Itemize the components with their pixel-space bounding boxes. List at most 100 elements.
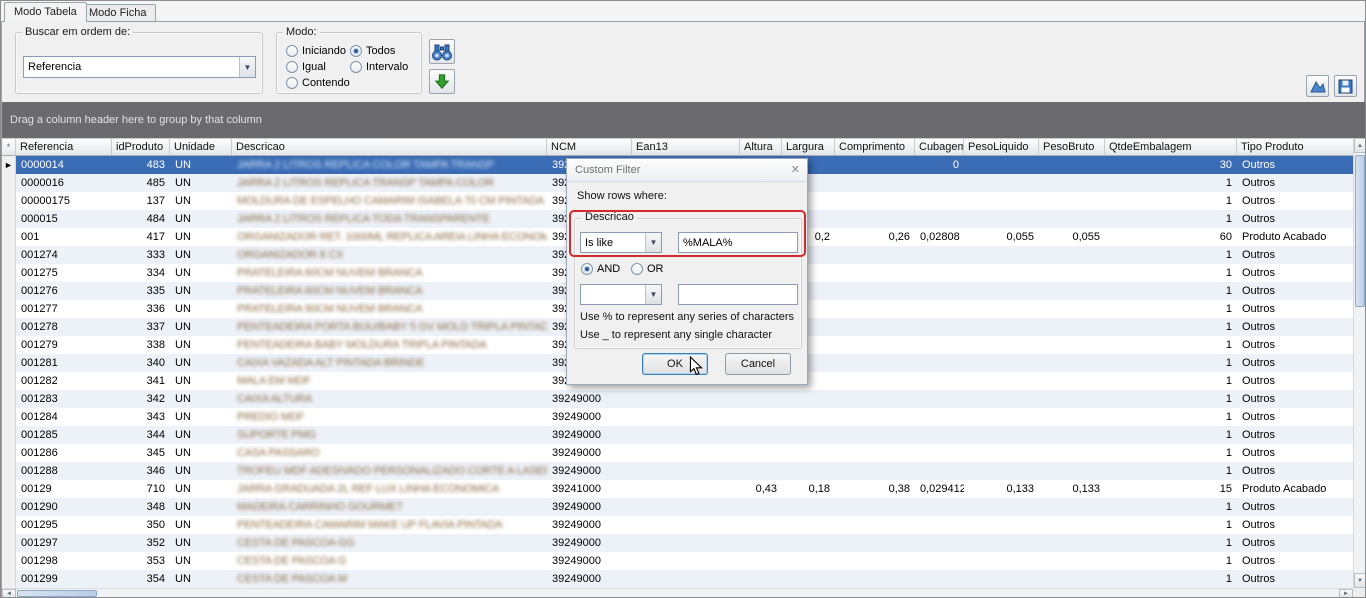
table-row[interactable]: 001284343UNPREDIO MDF392490001Outros — [2, 408, 1353, 426]
grid-cell[interactable] — [835, 516, 915, 534]
grid-cell[interactable]: 001297 — [16, 534, 112, 552]
filter-value-1-input[interactable] — [678, 232, 798, 253]
grid-cell[interactable]: 341 — [112, 372, 170, 390]
grid-cell[interactable] — [1039, 390, 1105, 408]
grid-cell[interactable]: 0,133 — [1039, 480, 1105, 498]
grid-cell[interactable]: CESTA DE PASCOA GG — [232, 534, 547, 552]
grid-cell[interactable]: UN — [170, 210, 232, 228]
grid-cell[interactable] — [1039, 498, 1105, 516]
grid-cell[interactable] — [915, 462, 964, 480]
grid-cell[interactable] — [915, 552, 964, 570]
grid-cell[interactable] — [915, 372, 964, 390]
grid-cell[interactable]: 1 — [1105, 390, 1237, 408]
grid-cell[interactable]: ORGANIZADOR 8 CX — [232, 246, 547, 264]
column-header-pesoliquido[interactable]: PesoLiquido — [964, 138, 1039, 156]
grid-cell[interactable] — [632, 462, 740, 480]
grid-cell[interactable]: 485 — [112, 174, 170, 192]
table-row[interactable]: 001290348UNMADEIRA CARRINHO GOURMET39249… — [2, 498, 1353, 516]
grid-cell[interactable]: Outros — [1237, 552, 1353, 570]
grid-cell[interactable] — [632, 444, 740, 462]
grid-cell[interactable]: ORGANIZADOR RET. 1000ML REPLICA AREIA LI… — [232, 228, 547, 246]
grid-cell[interactable]: 001286 — [16, 444, 112, 462]
grid-cell[interactable]: 0,26 — [835, 228, 915, 246]
grid-cell[interactable]: 001290 — [16, 498, 112, 516]
grid-cell[interactable]: 345 — [112, 444, 170, 462]
grid-cell[interactable]: 346 — [112, 462, 170, 480]
grid-cell[interactable]: SUPORTE PMG — [232, 426, 547, 444]
grid-cell[interactable] — [740, 516, 782, 534]
grid-cell[interactable]: Outros — [1237, 264, 1353, 282]
column-header-ean13[interactable]: Ean13 — [632, 138, 740, 156]
ok-button[interactable]: OK — [642, 353, 708, 375]
radio-todos[interactable]: Todos — [350, 44, 395, 57]
grid-cell[interactable] — [782, 570, 835, 588]
grid-cell[interactable]: 333 — [112, 246, 170, 264]
grid-cell[interactable]: CESTA DE PASCOA M — [232, 570, 547, 588]
grid-cell[interactable]: 001285 — [16, 426, 112, 444]
grid-cell[interactable]: PRATELEIRA 60CM NUVEM BRANCA — [232, 282, 547, 300]
grid-cell[interactable]: 39249000 — [547, 552, 632, 570]
grid-cell[interactable]: 0,38 — [835, 480, 915, 498]
grid-cell[interactable] — [964, 516, 1039, 534]
grid-cell[interactable]: Outros — [1237, 210, 1353, 228]
column-header-idproduto[interactable]: idProduto — [112, 138, 170, 156]
grid-cell[interactable]: 0000014 — [16, 156, 112, 174]
horizontal-scroll-thumb[interactable] — [17, 590, 97, 597]
grid-cell[interactable] — [740, 426, 782, 444]
grid-cell[interactable] — [964, 192, 1039, 210]
grid-cell[interactable]: Produto Acabado — [1237, 480, 1353, 498]
cancel-button[interactable]: Cancel — [725, 353, 791, 375]
grid-cell[interactable] — [1039, 246, 1105, 264]
grid-cell[interactable] — [1039, 156, 1105, 174]
grid-cell[interactable]: 417 — [112, 228, 170, 246]
grid-cell[interactable]: UN — [170, 282, 232, 300]
grid-cell[interactable]: CASA PASSARO — [232, 444, 547, 462]
grid-cell[interactable] — [964, 462, 1039, 480]
grid-cell[interactable] — [632, 408, 740, 426]
grid-cell[interactable]: 1 — [1105, 372, 1237, 390]
table-row[interactable]: 001283342UNCAIXA ALTURA392490001Outros — [2, 390, 1353, 408]
grid-cell[interactable]: 1 — [1105, 516, 1237, 534]
grid-cell[interactable] — [915, 336, 964, 354]
grid-cell[interactable]: 001288 — [16, 462, 112, 480]
grid-cell[interactable]: 1 — [1105, 444, 1237, 462]
grid-cell[interactable]: 352 — [112, 534, 170, 552]
column-header-pesobruto[interactable]: PesoBruto — [1039, 138, 1105, 156]
grid-cell[interactable] — [915, 426, 964, 444]
grid-cell[interactable]: 001282 — [16, 372, 112, 390]
grid-cell[interactable]: JARRA 2 LITROS REPLICA TODA TRANSPARENTE — [232, 210, 547, 228]
grid-cell[interactable]: 001298 — [16, 552, 112, 570]
grid-cell[interactable]: Produto Acabado — [1237, 228, 1353, 246]
grid-cell[interactable]: 00000175 — [16, 192, 112, 210]
grid-cell[interactable]: 137 — [112, 192, 170, 210]
search-order-combo[interactable]: Referencia ▼ — [23, 56, 256, 78]
grid-cell[interactable] — [915, 264, 964, 282]
grid-cell[interactable]: 350 — [112, 516, 170, 534]
grid-cell[interactable]: UN — [170, 354, 232, 372]
grid-cell[interactable]: 0,133 — [964, 480, 1039, 498]
scroll-left-icon[interactable]: ◄ — [2, 589, 16, 598]
grid-cell[interactable]: Outros — [1237, 354, 1353, 372]
grid-cell[interactable] — [1039, 516, 1105, 534]
grid-cell[interactable]: UN — [170, 426, 232, 444]
grid-cell[interactable] — [835, 498, 915, 516]
grid-cell[interactable]: UN — [170, 408, 232, 426]
grid-cell[interactable]: 0,43 — [740, 480, 782, 498]
grid-cell[interactable]: 00129 — [16, 480, 112, 498]
grid-cell[interactable] — [964, 336, 1039, 354]
grid-cell[interactable] — [835, 534, 915, 552]
grid-cell[interactable] — [835, 552, 915, 570]
grid-cell[interactable]: Outros — [1237, 174, 1353, 192]
column-header-altura[interactable]: Altura — [740, 138, 782, 156]
grid-cell[interactable]: CAIXA ALTURA — [232, 390, 547, 408]
grid-cell[interactable]: UN — [170, 390, 232, 408]
grid-cell[interactable]: 348 — [112, 498, 170, 516]
grid-cell[interactable] — [835, 246, 915, 264]
grid-cell[interactable] — [1039, 264, 1105, 282]
grid-cell[interactable]: JARRA 2 LITROS REPLICA TRANSP TAMPA COLO… — [232, 174, 547, 192]
scroll-up-icon[interactable]: ▲ — [1354, 138, 1366, 153]
grid-cell[interactable]: UN — [170, 300, 232, 318]
grid-cell[interactable]: UN — [170, 156, 232, 174]
grid-cell[interactable]: 337 — [112, 318, 170, 336]
grid-cell[interactable] — [632, 426, 740, 444]
